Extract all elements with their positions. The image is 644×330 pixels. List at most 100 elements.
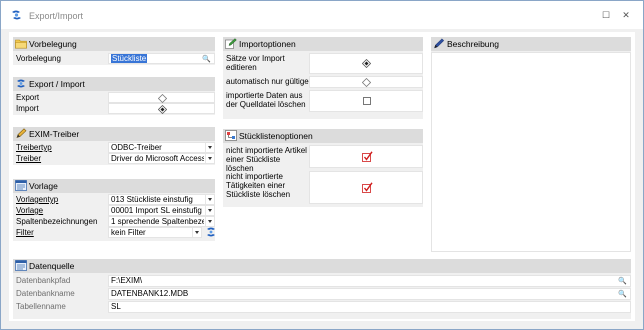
close-button[interactable]: ✕ (619, 9, 633, 21)
datenbankname-row: Datenbankname DATENBANK12.MDB 🔍 (13, 288, 631, 300)
datenbankname-field[interactable]: DATENBANK12.MDB 🔍 (108, 288, 631, 300)
treiber-row: Treiber Driver do Microsoft Access ( (13, 153, 215, 164)
export-import-window: Export/Import ☐ ✕ Vorbelegung Vorbelegun… (0, 0, 644, 330)
vorbelegung-row: Vorbelegung Stückliste 🔍 (13, 53, 215, 64)
datenbankname-value: DATENBANK12.MDB (111, 289, 189, 298)
section-vorbelegung: Vorbelegung Vorbelegung Stückliste 🔍 (13, 37, 215, 65)
section-importoptionen: Importoptionen Sätze vor Import editiere… (223, 37, 423, 119)
saetze-editieren-label: Sätze vor Import editieren (226, 54, 285, 72)
exim-heading: EXIM-Treiber (29, 129, 80, 139)
importoptionen-heading: Importoptionen (239, 39, 296, 49)
spaltenbezeichnungen-value: 1 sprechende Spaltenbezeic (111, 217, 204, 226)
artikel-loeschen-label: nicht importierte Artikel einer Stücklis… (226, 146, 307, 173)
artikel-loeschen-field[interactable] (309, 145, 423, 168)
export-import-icon (17, 79, 25, 88)
saetze-editieren-field[interactable] (309, 53, 423, 74)
stuecklistenoptionen-heading: Stücklistenoptionen (239, 131, 313, 141)
checkmark-icon[interactable] (362, 151, 373, 162)
section-header: EXIM-Treiber (13, 127, 215, 141)
chevron-down-icon[interactable] (205, 195, 214, 204)
form-client-area: Vorbelegung Vorbelegung Stückliste 🔍 Exp… (9, 32, 635, 321)
section-exim-treiber: EXIM-Treiber Treibertyp ODBC-Treiber Tre… (13, 127, 215, 165)
bill-of-materials-icon (225, 130, 237, 141)
saetze-editieren-row: Sätze vor Import editieren (223, 53, 423, 74)
vorbelegung-field[interactable]: Stückliste 🔍 (108, 53, 215, 64)
treiber-value: Driver do Microsoft Access ( (111, 154, 204, 163)
quelldatei-loeschen-checkbox[interactable] (363, 97, 371, 105)
search-icon[interactable]: 🔍 (618, 277, 627, 285)
taetigkeiten-loeschen-field[interactable] (309, 171, 423, 204)
maximize-button[interactable]: ☐ (599, 9, 613, 21)
tabellenname-row: Tabellenname SL (13, 301, 631, 313)
treibertyp-value: ODBC-Treiber (111, 143, 162, 152)
filter-combo[interactable]: kein Filter (108, 227, 202, 238)
treiber-combo[interactable]: Driver do Microsoft Access ( (108, 153, 215, 164)
beschreibung-textarea[interactable] (431, 52, 631, 252)
vorlage-heading: Vorlage (29, 181, 58, 191)
chevron-down-icon[interactable] (205, 206, 214, 215)
quelldatei-loeschen-label: importierte Daten aus der Quelldatei lös… (226, 91, 306, 109)
export-import-heading: Export / Import (29, 79, 85, 89)
export-radio-diamond[interactable] (158, 94, 167, 103)
automatisch-gueltige-row: automatisch nur gültige (223, 76, 423, 88)
search-icon[interactable]: 🔍 (618, 290, 627, 298)
datenbankpfad-row: Datenbankpfad F:\EXIM\ 🔍 (13, 275, 631, 287)
quelldatei-loeschen-field[interactable] (309, 90, 423, 112)
folder-icon (15, 39, 27, 49)
checkmark-icon[interactable] (362, 182, 373, 193)
tabellenname-label: Tabellenname (16, 302, 66, 311)
section-header: Export / Import (13, 77, 215, 91)
saetze-editieren-radio-diamond[interactable] (362, 59, 371, 68)
vorlage-label: Vorlage (16, 206, 44, 215)
export-radio-field[interactable] (108, 92, 215, 103)
datenbankpfad-field[interactable]: F:\EXIM\ 🔍 (108, 275, 631, 287)
spaltenbezeichnungen-combo[interactable]: 1 sprechende Spaltenbezeic (108, 216, 215, 227)
datenbankpfad-value: F:\EXIM\ (111, 276, 143, 285)
section-header: Vorlage (13, 179, 215, 193)
vorlage-value: 00001 Import SL einstufig (111, 206, 202, 215)
treibertyp-combo[interactable]: ODBC-Treiber (108, 142, 215, 153)
pencil-icon (16, 128, 27, 138)
automatisch-gueltige-field[interactable] (309, 76, 423, 88)
filter-label: Filter (16, 228, 34, 237)
app-logo-icon (12, 10, 21, 20)
treibertyp-label: Treibertyp (16, 143, 52, 152)
section-header: Stücklistenoptionen (223, 129, 423, 143)
treiber-label: Treiber (16, 154, 42, 163)
spaltenbezeichnungen-row: Spaltenbezeichnungen 1 sprechende Spalte… (13, 216, 215, 227)
search-icon[interactable]: 🔍 (202, 55, 211, 63)
chevron-down-icon[interactable] (205, 217, 214, 226)
chevron-down-icon[interactable] (205, 154, 214, 163)
section-header: Datenquelle (13, 259, 631, 273)
artikel-loeschen-row: nicht importierte Artikel einer Stücklis… (223, 145, 423, 173)
section-stuecklistenoptionen: Stücklistenoptionen nicht importierte Ar… (223, 129, 423, 207)
taetigkeiten-loeschen-row: nicht importierte Tätigkeiten einer Stüc… (223, 171, 423, 204)
vorbelegung-value: Stückliste (111, 54, 148, 63)
tabellenname-field[interactable]: SL (108, 301, 631, 313)
edit-pencil-icon (225, 38, 237, 49)
filter-refresh-icon[interactable] (205, 226, 217, 238)
import-radio-field[interactable] (108, 103, 215, 114)
datenbankpfad-label: Datenbankpfad (16, 276, 71, 285)
automatisch-gueltige-label: automatisch nur gültige (226, 77, 309, 86)
export-row: Export (13, 92, 215, 103)
beschreibung-heading: Beschreibung (447, 39, 499, 49)
filter-row: Filter kein Filter (13, 227, 215, 238)
import-radio-diamond[interactable] (158, 105, 167, 114)
vorbelegung-label: Vorbelegung (16, 54, 61, 63)
section-beschreibung: Beschreibung (431, 37, 631, 252)
quelldatei-loeschen-row: importierte Daten aus der Quelldatei lös… (223, 90, 423, 112)
spaltenbezeichnungen-label: Spaltenbezeichnungen (16, 217, 98, 226)
pen-icon (434, 38, 445, 49)
vorlagentyp-combo[interactable]: 013 Stückliste einstufig (108, 194, 215, 205)
section-header: Vorbelegung (13, 37, 215, 51)
import-row: Import (13, 103, 215, 114)
automatisch-gueltige-radio-diamond[interactable] (362, 78, 371, 87)
section-export-import: Export / Import Export Import (13, 77, 215, 115)
chevron-down-icon[interactable] (205, 143, 214, 152)
vorlagentyp-value: 013 Stückliste einstufig (111, 195, 193, 204)
chevron-down-icon[interactable] (192, 228, 201, 237)
vorlage-combo[interactable]: 00001 Import SL einstufig (108, 205, 215, 216)
vorlage-row: Vorlage 00001 Import SL einstufig (13, 205, 215, 216)
datenquelle-heading: Datenquelle (29, 261, 75, 271)
